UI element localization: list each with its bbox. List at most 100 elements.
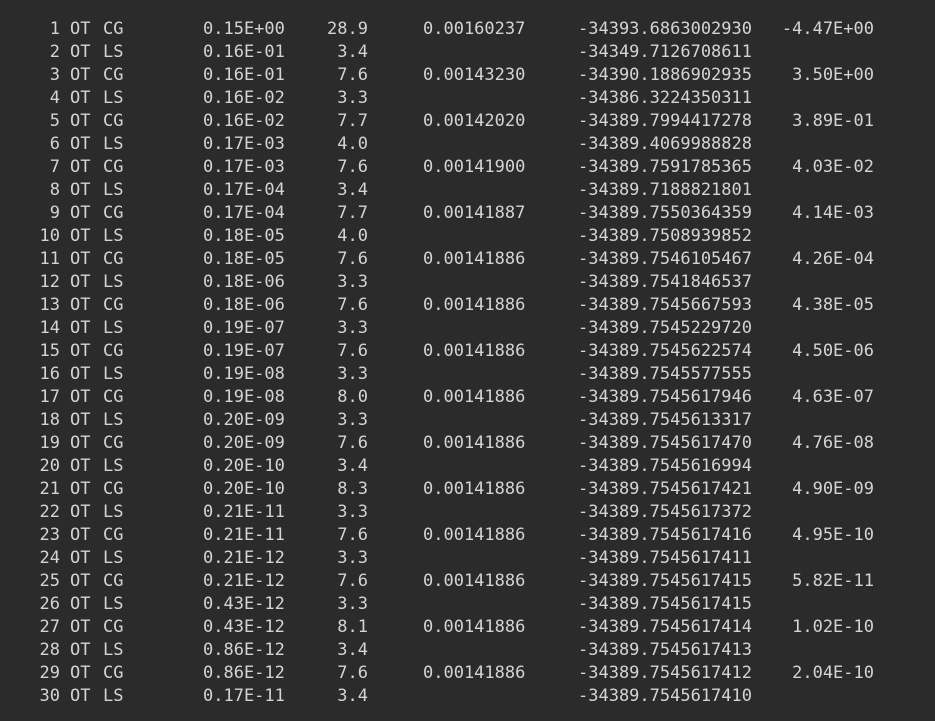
time-value: 28.9 bbox=[327, 19, 368, 39]
convergence-value: 0.00143230 bbox=[423, 65, 526, 85]
gradient-value: 0.17E-11 bbox=[203, 686, 285, 706]
step-type: LS bbox=[103, 502, 124, 522]
step-number: 2 bbox=[49, 42, 60, 62]
gradient-value: 0.21E-11 bbox=[203, 525, 285, 545]
step-type: CG bbox=[103, 479, 124, 499]
total-energy: -34389.7545617416 bbox=[578, 525, 752, 545]
time-value: 7.6 bbox=[337, 663, 368, 683]
output-line: 19 OT CG 0.20E-09 7.6 0.00141886 -34389.754561… bbox=[0, 432, 935, 455]
step-number: 19 bbox=[39, 433, 60, 453]
output-line: 22 OT LS 0.21E-11 3.3 -34389.7545617372 bbox=[0, 501, 935, 524]
total-energy: -34389.7545622574 bbox=[578, 341, 752, 361]
gradient-value: 0.20E-10 bbox=[203, 479, 285, 499]
step-type: CG bbox=[103, 617, 124, 637]
total-energy: -34389.7545617372 bbox=[578, 502, 752, 522]
gradient-value: 0.43E-12 bbox=[203, 617, 285, 637]
time-value: 3.3 bbox=[337, 88, 368, 108]
step-type: CG bbox=[103, 571, 124, 591]
time-value: 3.3 bbox=[337, 410, 368, 430]
step-number: 29 bbox=[39, 663, 60, 683]
time-value: 7.6 bbox=[337, 295, 368, 315]
step-type: LS bbox=[103, 134, 124, 154]
output-line: 7 OT CG 0.17E-03 7.6 0.00141900 -34389.7591785… bbox=[0, 156, 935, 179]
total-energy: -34389.4069988828 bbox=[578, 134, 752, 154]
step-number: 9 bbox=[49, 203, 60, 223]
time-value: 3.3 bbox=[337, 318, 368, 338]
gradient-value: 0.16E-01 bbox=[203, 42, 285, 62]
step-type: CG bbox=[103, 433, 124, 453]
gradient-value: 0.20E-09 bbox=[203, 433, 285, 453]
time-value: 3.4 bbox=[337, 42, 368, 62]
ot-label: OT bbox=[70, 387, 91, 407]
output-line: 17 OT CG 0.19E-08 8.0 0.00141886 -34389.754561… bbox=[0, 386, 935, 409]
gradient-value: 0.86E-12 bbox=[203, 663, 285, 683]
output-line: 10 OT LS 0.18E-05 4.0 -34389.7508939852 bbox=[0, 225, 935, 248]
output-line: 11 OT CG 0.18E-05 7.6 0.00141886 -34389.754610… bbox=[0, 248, 935, 271]
output-line: 28 OT LS 0.86E-12 3.4 -34389.7545617413 bbox=[0, 639, 935, 662]
time-value: 7.6 bbox=[337, 65, 368, 85]
gradient-value: 0.19E-08 bbox=[203, 364, 285, 384]
gradient-value: 0.18E-06 bbox=[203, 295, 285, 315]
energy-change: 4.03E-02 bbox=[792, 157, 874, 177]
total-energy: -34389.7545617412 bbox=[578, 663, 752, 683]
time-value: 7.6 bbox=[337, 433, 368, 453]
output-line: 13 OT CG 0.18E-06 7.6 0.00141886 -34389.754566… bbox=[0, 294, 935, 317]
ot-label: OT bbox=[70, 456, 91, 476]
time-value: 3.3 bbox=[337, 364, 368, 384]
total-energy: -34389.7508939852 bbox=[578, 226, 752, 246]
step-type: CG bbox=[103, 525, 124, 545]
step-number: 3 bbox=[49, 65, 60, 85]
energy-change: 4.50E-06 bbox=[792, 341, 874, 361]
step-type: CG bbox=[103, 295, 124, 315]
total-energy: -34389.7188821801 bbox=[578, 180, 752, 200]
step-number: 13 bbox=[39, 295, 60, 315]
ot-label: OT bbox=[70, 157, 91, 177]
output-line: 3 OT CG 0.16E-01 7.6 0.00143230 -34390.1886902… bbox=[0, 64, 935, 87]
gradient-value: 0.20E-10 bbox=[203, 456, 285, 476]
step-type: LS bbox=[103, 410, 124, 430]
gradient-value: 0.19E-07 bbox=[203, 318, 285, 338]
energy-change: -4.47E+00 bbox=[781, 19, 874, 39]
ot-label: OT bbox=[70, 502, 91, 522]
step-number: 17 bbox=[39, 387, 60, 407]
total-energy: -34389.7994417278 bbox=[578, 111, 752, 131]
time-value: 7.6 bbox=[337, 525, 368, 545]
output-line: 24 OT LS 0.21E-12 3.3 -34389.7545617411 bbox=[0, 547, 935, 570]
step-type: LS bbox=[103, 548, 124, 568]
time-value: 3.4 bbox=[337, 640, 368, 660]
convergence-value: 0.00141886 bbox=[423, 571, 526, 591]
ot-label: OT bbox=[70, 203, 91, 223]
total-energy: -34389.7545616994 bbox=[578, 456, 752, 476]
step-type: LS bbox=[103, 88, 124, 108]
step-number: 7 bbox=[49, 157, 60, 177]
ot-label: OT bbox=[70, 410, 91, 430]
step-type: CG bbox=[103, 341, 124, 361]
step-type: CG bbox=[103, 387, 124, 407]
time-value: 7.7 bbox=[337, 203, 368, 223]
time-value: 3.3 bbox=[337, 272, 368, 292]
time-value: 3.3 bbox=[337, 548, 368, 568]
ot-label: OT bbox=[70, 525, 91, 545]
total-energy: -34389.7545617415 bbox=[578, 571, 752, 591]
convergence-value: 0.00141886 bbox=[423, 433, 526, 453]
ot-label: OT bbox=[70, 640, 91, 660]
output-line: 30 OT LS 0.17E-11 3.4 -34389.7545617410 bbox=[0, 685, 935, 708]
step-number: 24 bbox=[39, 548, 60, 568]
gradient-value: 0.16E-01 bbox=[203, 65, 285, 85]
total-energy: -34389.7545613317 bbox=[578, 410, 752, 430]
energy-change: 4.90E-09 bbox=[792, 479, 874, 499]
ot-label: OT bbox=[70, 594, 91, 614]
step-type: CG bbox=[103, 663, 124, 683]
step-type: CG bbox=[103, 65, 124, 85]
output-line: 6 OT LS 0.17E-03 4.0 -34389.4069988828 bbox=[0, 133, 935, 156]
ot-label: OT bbox=[70, 272, 91, 292]
energy-change: 4.76E-08 bbox=[792, 433, 874, 453]
time-value: 3.3 bbox=[337, 594, 368, 614]
convergence-value: 0.00160237 bbox=[423, 19, 526, 39]
terminal-output: 1 OT CG 0.15E+00 28.9 0.00160237 -34393.686300… bbox=[0, 18, 935, 708]
ot-label: OT bbox=[70, 249, 91, 269]
convergence-value: 0.00141886 bbox=[423, 663, 526, 683]
step-type: CG bbox=[103, 111, 124, 131]
energy-change: 4.14E-03 bbox=[792, 203, 874, 223]
total-energy: -34389.7545617410 bbox=[578, 686, 752, 706]
